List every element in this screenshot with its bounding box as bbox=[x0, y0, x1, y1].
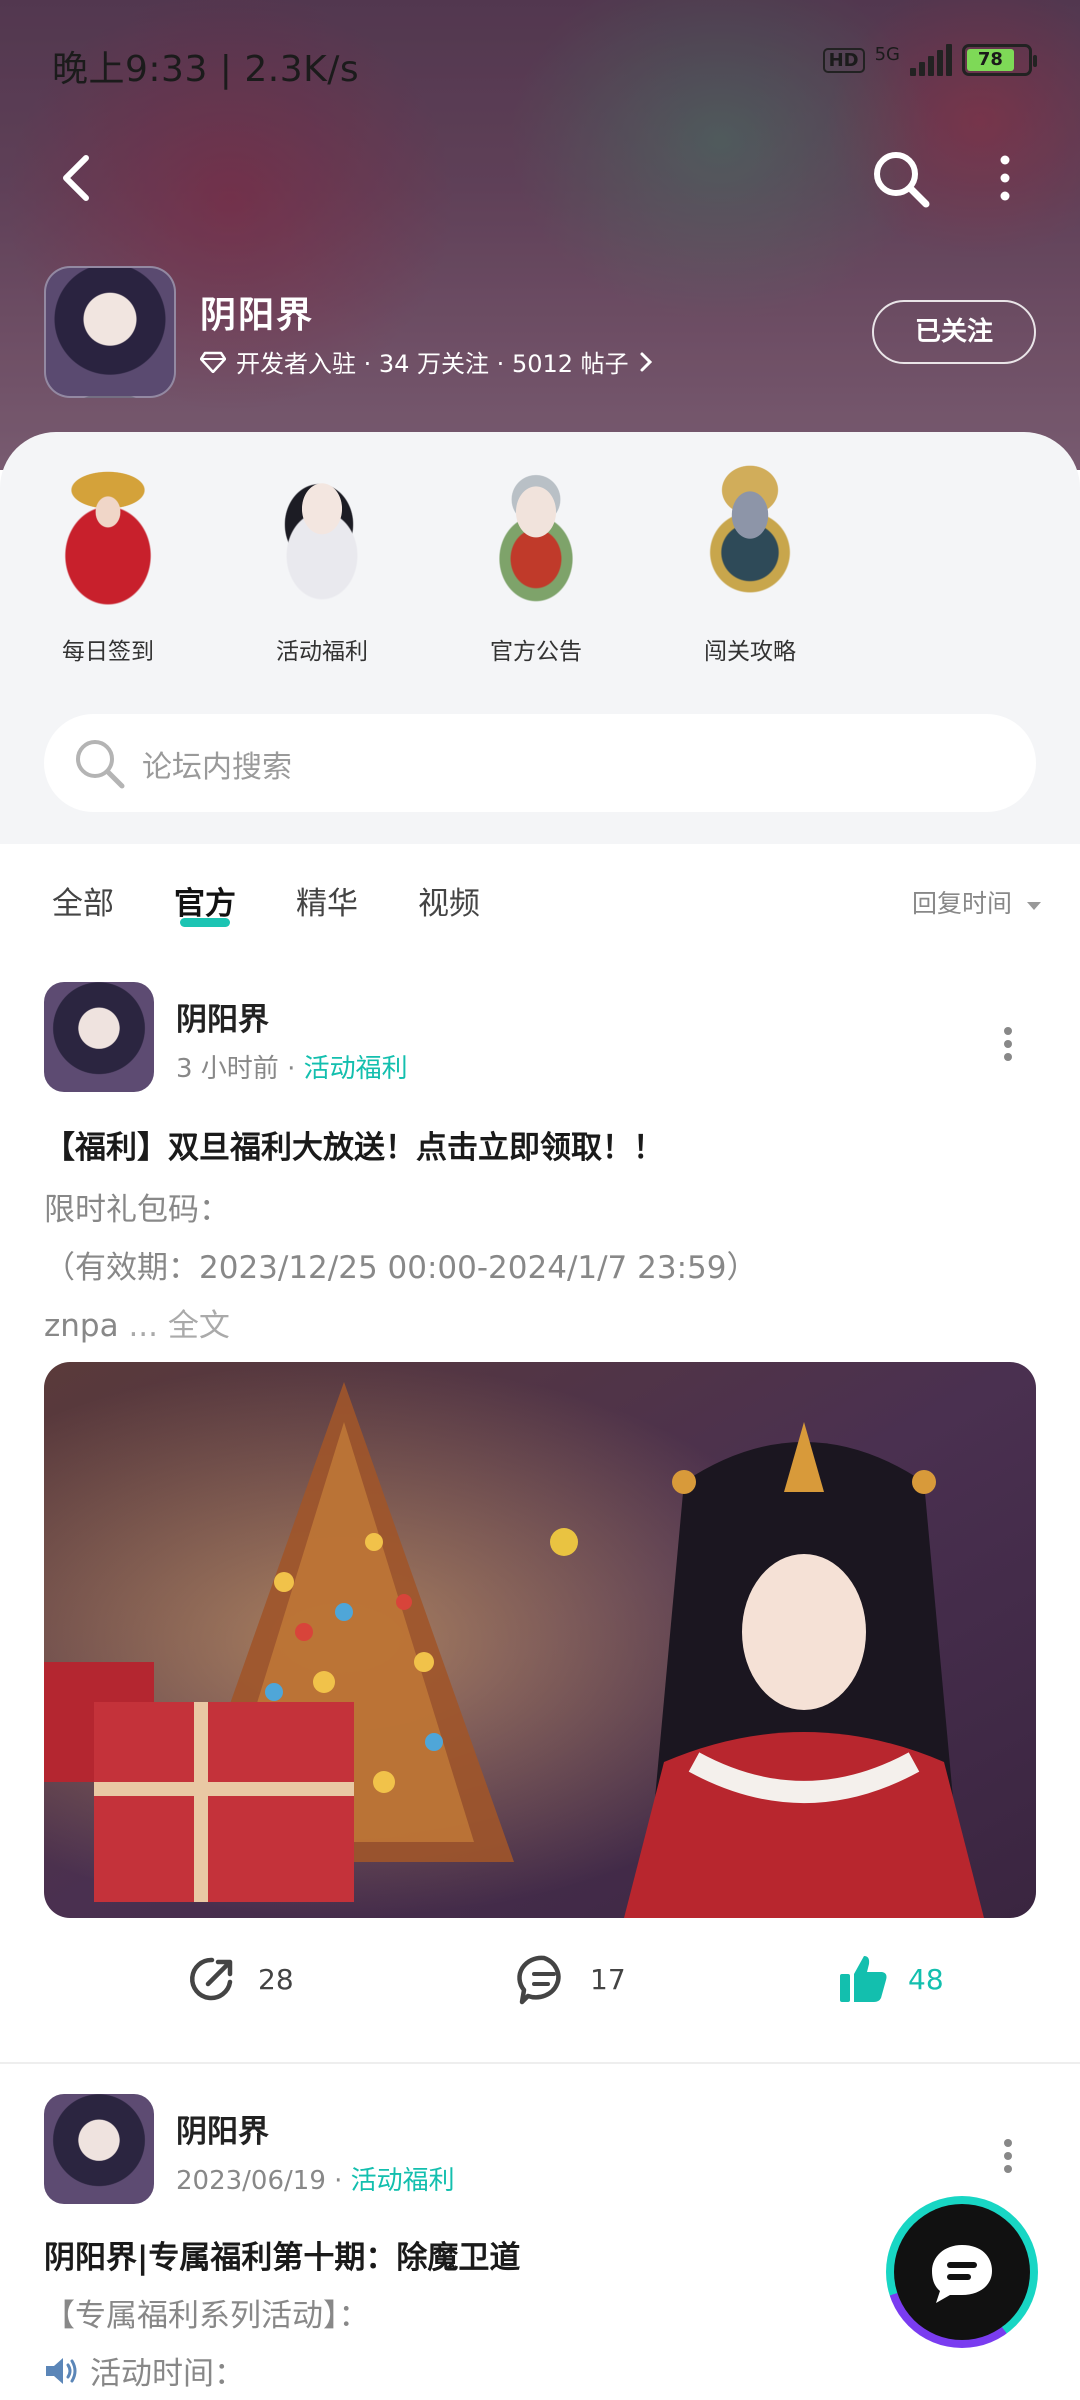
post-body-line: 【专属福利系列活动】： bbox=[44, 2298, 370, 2334]
status-icons: HD 5G 78 bbox=[822, 44, 1037, 76]
battery-icon: 78 bbox=[962, 44, 1037, 76]
forum-shortcuts-card: 每日签到 活动福利 官方公告 闯关攻略 论坛内搜索 bbox=[0, 432, 1080, 844]
like-action[interactable]: 48 bbox=[836, 1952, 944, 2006]
top-nav bbox=[0, 140, 1080, 220]
author-name[interactable]: 阴阳界 bbox=[176, 2106, 269, 2151]
author-avatar[interactable] bbox=[44, 2094, 154, 2204]
network-label: 5G bbox=[874, 44, 900, 65]
forum-name: 阴阳界 bbox=[200, 295, 315, 336]
sort-dropdown[interactable]: 回复时间 bbox=[912, 884, 1042, 920]
share-count: 28 bbox=[258, 1962, 294, 1996]
author-avatar[interactable] bbox=[44, 982, 154, 1092]
checkin-illustration bbox=[33, 462, 183, 618]
forum-header: 阴阳界 开发者入驻 · 34 万关注 · 5012 帖子 已关注 bbox=[0, 262, 1080, 402]
category-label: 官方公告 bbox=[490, 639, 582, 665]
status-bar: 晚上9:33 | 2.3K/s HD 5G 78 bbox=[0, 0, 1080, 125]
post-body-line: 活动时间： bbox=[44, 2348, 245, 2393]
status-time: 晚上9:33 | 2.3K/s bbox=[52, 49, 360, 90]
post-more-icon[interactable] bbox=[996, 2136, 1020, 2176]
search-icon bbox=[76, 740, 125, 789]
chevron-right-icon bbox=[640, 352, 652, 371]
forum-meta[interactable]: 开发者入驻 · 34 万关注 · 5012 帖子 bbox=[200, 344, 653, 379]
post-tag[interactable]: 活动福利 bbox=[351, 2166, 455, 2196]
category-label: 每日签到 bbox=[62, 639, 154, 665]
tab-featured[interactable]: 精华 bbox=[296, 878, 358, 923]
like-count: 48 bbox=[908, 1962, 944, 1996]
battery-level: 78 bbox=[967, 49, 1014, 71]
post-title[interactable]: 阴阳界|专属福利第十期：除魔卫道 bbox=[44, 2232, 520, 2277]
post-image-art bbox=[44, 1362, 1036, 1918]
guides-illustration bbox=[675, 462, 825, 618]
category-label: 活动福利 bbox=[276, 639, 368, 665]
post-more-icon[interactable] bbox=[996, 1024, 1020, 1064]
read-full-link[interactable]: 全文 bbox=[168, 1308, 230, 1344]
signal-icon bbox=[910, 44, 952, 76]
category-daily-checkin[interactable]: 每日签到 bbox=[18, 462, 198, 666]
forum-avatar[interactable] bbox=[44, 266, 176, 398]
back-arrow-icon[interactable] bbox=[50, 148, 110, 208]
comment-icon bbox=[517, 1955, 561, 2005]
post-body-snippet: znpa bbox=[44, 1308, 119, 1344]
follow-button[interactable]: 已关注 bbox=[872, 300, 1036, 364]
tab-official[interactable]: 官方 bbox=[174, 878, 236, 923]
category-official-notice[interactable]: 官方公告 bbox=[446, 462, 626, 666]
post-time: 3 小时前 bbox=[176, 1054, 279, 1084]
thumbs-up-icon bbox=[840, 1956, 887, 2002]
post-filter-tabs: 全部 官方 精华 视频 回复时间 bbox=[0, 844, 1080, 944]
post-meta: 2023/06/19 · 活动福利 bbox=[176, 2160, 455, 2197]
share-icon bbox=[190, 1957, 233, 2001]
caret-down-icon bbox=[1027, 902, 1041, 910]
post-time: 2023/06/19 bbox=[176, 2166, 326, 2196]
chat-fab-inner bbox=[894, 2204, 1030, 2340]
comment-count: 17 bbox=[590, 1962, 626, 1996]
post-ellipsis: ... bbox=[128, 1308, 159, 1344]
share-action[interactable]: 28 bbox=[186, 1952, 294, 2006]
search-icon[interactable] bbox=[866, 144, 936, 214]
post-divider bbox=[0, 2062, 1080, 2064]
post-body-line: （有效期：2023/12/25 00:00-2024/1/7 23:59） bbox=[44, 1250, 758, 1286]
post-body-line: znpa ... 全文 bbox=[44, 1300, 230, 1345]
post-body-snippet: 活动时间： bbox=[90, 2356, 245, 2392]
forum-meta-text: 开发者入驻 · 34 万关注 · 5012 帖子 bbox=[236, 350, 629, 378]
category-row: 每日签到 活动福利 官方公告 闯关攻略 bbox=[0, 462, 1080, 665]
post-tag[interactable]: 活动福利 bbox=[304, 1054, 408, 1084]
tab-video[interactable]: 视频 bbox=[418, 878, 480, 923]
sort-label: 回复时间 bbox=[912, 889, 1013, 918]
notice-illustration bbox=[461, 462, 611, 618]
post-body-line: 限时礼包码： bbox=[44, 1192, 230, 1228]
speaker-icon bbox=[46, 2357, 77, 2384]
meta-separator: · bbox=[287, 1054, 304, 1084]
category-stage-guides[interactable]: 闯关攻略 bbox=[660, 462, 840, 666]
chat-bubble-icon bbox=[932, 2245, 992, 2303]
chat-fab-button[interactable] bbox=[886, 2196, 1038, 2348]
more-menu-icon[interactable] bbox=[990, 148, 1020, 208]
hd-icon: HD bbox=[822, 47, 865, 73]
active-tab-indicator bbox=[180, 918, 230, 927]
meta-separator: · bbox=[334, 2166, 351, 2196]
category-label: 闯关攻略 bbox=[704, 639, 796, 665]
post-actions: 28 17 48 bbox=[0, 1952, 1080, 2042]
forum-search-bar[interactable]: 论坛内搜索 bbox=[44, 714, 1036, 812]
category-events-rewards[interactable]: 活动福利 bbox=[232, 462, 412, 666]
events-illustration bbox=[247, 462, 397, 618]
post-meta: 3 小时前 · 活动福利 bbox=[176, 1048, 408, 1085]
diamond-icon bbox=[200, 351, 226, 373]
comment-action[interactable]: 17 bbox=[516, 1952, 626, 2006]
post-title[interactable]: 【福利】双旦福利大放送！点击立即领取！！ bbox=[44, 1122, 664, 1167]
post-card[interactable]: 阴阳界 3 小时前 · 活动福利 【福利】双旦福利大放送！点击立即领取！！ 限时… bbox=[0, 944, 1080, 2062]
post-image[interactable] bbox=[44, 1362, 1036, 1918]
search-placeholder: 论坛内搜索 bbox=[142, 750, 292, 785]
author-name[interactable]: 阴阳界 bbox=[176, 994, 269, 1039]
tab-all[interactable]: 全部 bbox=[52, 878, 114, 923]
forum-page: 晚上9:33 | 2.3K/s HD 5G 78 阴阳界 开发者入驻 · 34 … bbox=[0, 0, 1080, 2400]
